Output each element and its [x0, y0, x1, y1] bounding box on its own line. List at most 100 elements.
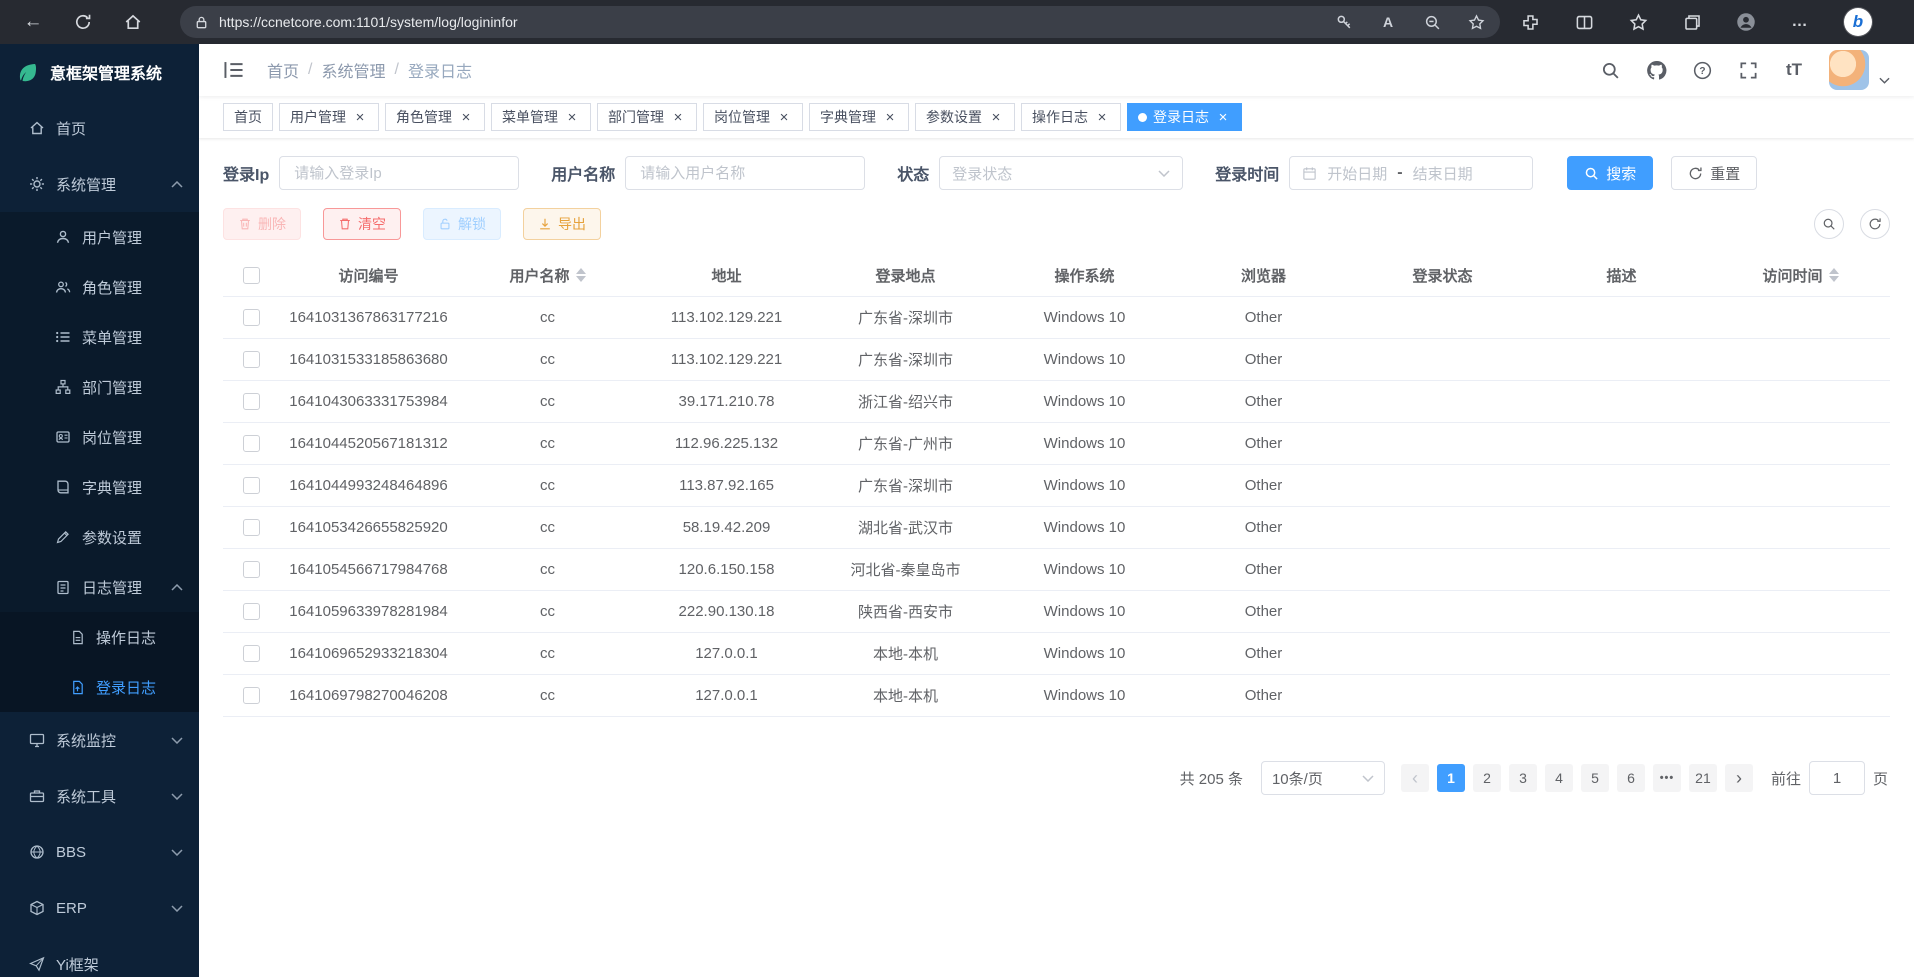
clear-button[interactable]: 清空: [323, 208, 401, 240]
login-ip-input[interactable]: [279, 156, 519, 190]
refresh-table-button[interactable]: [1860, 209, 1890, 239]
column-header-visit-time[interactable]: 访问时间: [1711, 254, 1890, 296]
page-size-select[interactable]: 10条/页: [1261, 761, 1385, 795]
sidebar-item-yi-framework[interactable]: Yi框架: [0, 936, 199, 977]
tab-close-icon[interactable]: ×: [1094, 109, 1110, 125]
address-bar[interactable]: https://ccnetcore.com:1101/system/log/lo…: [180, 6, 1500, 38]
browser-settings-menu-icon[interactable]: …: [1790, 12, 1810, 32]
github-button[interactable]: [1645, 59, 1667, 81]
row-checkbox[interactable]: [243, 603, 260, 620]
tab[interactable]: 岗位管理 ×: [703, 103, 803, 131]
page-number-button[interactable]: 5: [1581, 764, 1609, 792]
sidebar-item-bbs[interactable]: BBS: [0, 824, 199, 880]
browser-home-button[interactable]: [116, 5, 150, 39]
tab[interactable]: 用户管理 ×: [279, 103, 379, 131]
column-header-username[interactable]: 用户名称: [458, 254, 637, 296]
row-checkbox[interactable]: [243, 309, 260, 326]
row-checkbox[interactable]: [243, 687, 260, 704]
row-checkbox[interactable]: [243, 351, 260, 368]
tab[interactable]: 部门管理 ×: [597, 103, 697, 131]
tab-close-icon[interactable]: ×: [670, 109, 686, 125]
tab-close-icon[interactable]: ×: [882, 109, 898, 125]
zoom-out-icon[interactable]: [1422, 12, 1442, 32]
header-search-button[interactable]: [1599, 59, 1621, 81]
row-checkbox[interactable]: [243, 519, 260, 536]
row-checkbox[interactable]: [243, 435, 260, 452]
sort-icon[interactable]: [576, 268, 586, 282]
tab-close-icon[interactable]: ×: [1215, 109, 1231, 125]
extensions-puzzle-icon[interactable]: [1520, 12, 1540, 32]
status-select[interactable]: 登录状态: [939, 156, 1183, 190]
add-favorite-star-icon[interactable]: [1466, 12, 1486, 32]
delete-button[interactable]: 删除: [223, 208, 301, 240]
sidebar-item-menu-management[interactable]: 菜单管理: [0, 312, 199, 362]
select-all-checkbox[interactable]: [243, 267, 260, 284]
goto-page-input[interactable]: [1809, 761, 1865, 795]
tab-close-icon[interactable]: ×: [458, 109, 474, 125]
more-pages-button[interactable]: •••: [1653, 764, 1681, 792]
sidebar-item-operation-log[interactable]: 操作日志: [0, 612, 199, 662]
favorites-star-icon[interactable]: [1628, 12, 1648, 32]
tab[interactable]: 操作日志 ×: [1021, 103, 1121, 131]
collections-icon[interactable]: [1682, 12, 1702, 32]
browser-back-button[interactable]: ←: [16, 5, 50, 39]
sidebar-item-erp[interactable]: ERP: [0, 880, 199, 936]
unlock-button[interactable]: 解锁: [423, 208, 501, 240]
row-checkbox[interactable]: [243, 561, 260, 578]
tab-close-icon[interactable]: ×: [564, 109, 580, 125]
date-range-picker[interactable]: 开始日期 - 结束日期: [1289, 156, 1533, 190]
tab[interactable]: 参数设置 ×: [915, 103, 1015, 131]
tab-close-icon[interactable]: ×: [776, 109, 792, 125]
avatar-caret-down-icon[interactable]: [1879, 77, 1890, 84]
sort-icon[interactable]: [1829, 268, 1839, 282]
sidebar-item-dictionary-management[interactable]: 字典管理: [0, 462, 199, 512]
sidebar-item-system-monitor[interactable]: 系统监控: [0, 712, 199, 768]
font-size-button[interactable]: tT: [1783, 59, 1805, 81]
fullscreen-button[interactable]: [1737, 59, 1759, 81]
page-number-button[interactable]: 2: [1473, 764, 1501, 792]
tab[interactable]: 登录日志 ×: [1127, 103, 1242, 131]
sidebar-item-system-tools[interactable]: 系统工具: [0, 768, 199, 824]
sidebar-item-log-management[interactable]: 日志管理: [0, 562, 199, 612]
reset-button[interactable]: 重置: [1671, 156, 1757, 190]
tab-close-icon[interactable]: ×: [352, 109, 368, 125]
tab[interactable]: 角色管理 ×: [385, 103, 485, 131]
browser-refresh-button[interactable]: [66, 5, 100, 39]
user-avatar[interactable]: [1829, 50, 1869, 90]
app-logo[interactable]: 意框架管理系统: [0, 44, 199, 100]
collapse-sidebar-button[interactable]: [223, 58, 247, 82]
prev-page-button[interactable]: ‹: [1401, 764, 1429, 792]
tab[interactable]: 首页 ×: [223, 103, 273, 131]
breadcrumb-system[interactable]: 系统管理: [321, 58, 385, 82]
last-page-button[interactable]: 21: [1689, 764, 1717, 792]
sidebar-item-login-log[interactable]: 登录日志: [0, 662, 199, 712]
page-number-button[interactable]: 1: [1437, 764, 1465, 792]
page-number-button[interactable]: 4: [1545, 764, 1573, 792]
next-page-button[interactable]: ›: [1725, 764, 1753, 792]
password-key-icon[interactable]: [1334, 12, 1354, 32]
sidebar-item-role-management[interactable]: 角色管理: [0, 262, 199, 312]
breadcrumb-home[interactable]: 首页: [267, 58, 299, 82]
sidebar-item-post-management[interactable]: 岗位管理: [0, 412, 199, 462]
sidebar-item-user-management[interactable]: 用户管理: [0, 212, 199, 262]
tab[interactable]: 菜单管理 ×: [491, 103, 591, 131]
tab[interactable]: 字典管理 ×: [809, 103, 909, 131]
page-number-button[interactable]: 6: [1617, 764, 1645, 792]
read-aloud-icon[interactable]: A: [1378, 12, 1398, 32]
username-input[interactable]: [625, 156, 865, 190]
row-checkbox[interactable]: [243, 645, 260, 662]
page-number-button[interactable]: 3: [1509, 764, 1537, 792]
sidebar-item-department-management[interactable]: 部门管理: [0, 362, 199, 412]
export-button[interactable]: 导出: [523, 208, 601, 240]
split-screen-icon[interactable]: [1574, 12, 1594, 32]
tab-close-icon[interactable]: ×: [988, 109, 1004, 125]
sidebar-item-home[interactable]: 首页: [0, 100, 199, 156]
search-button[interactable]: 搜索: [1567, 156, 1653, 190]
help-button[interactable]: ?: [1691, 59, 1713, 81]
sidebar-item-system-management[interactable]: 系统管理: [0, 156, 199, 212]
sidebar-item-parameter-settings[interactable]: 参数设置: [0, 512, 199, 562]
row-checkbox[interactable]: [243, 477, 260, 494]
browser-profile-icon[interactable]: [1736, 12, 1756, 32]
toggle-search-button[interactable]: [1814, 209, 1844, 239]
bing-discover-icon[interactable]: b: [1844, 8, 1872, 36]
